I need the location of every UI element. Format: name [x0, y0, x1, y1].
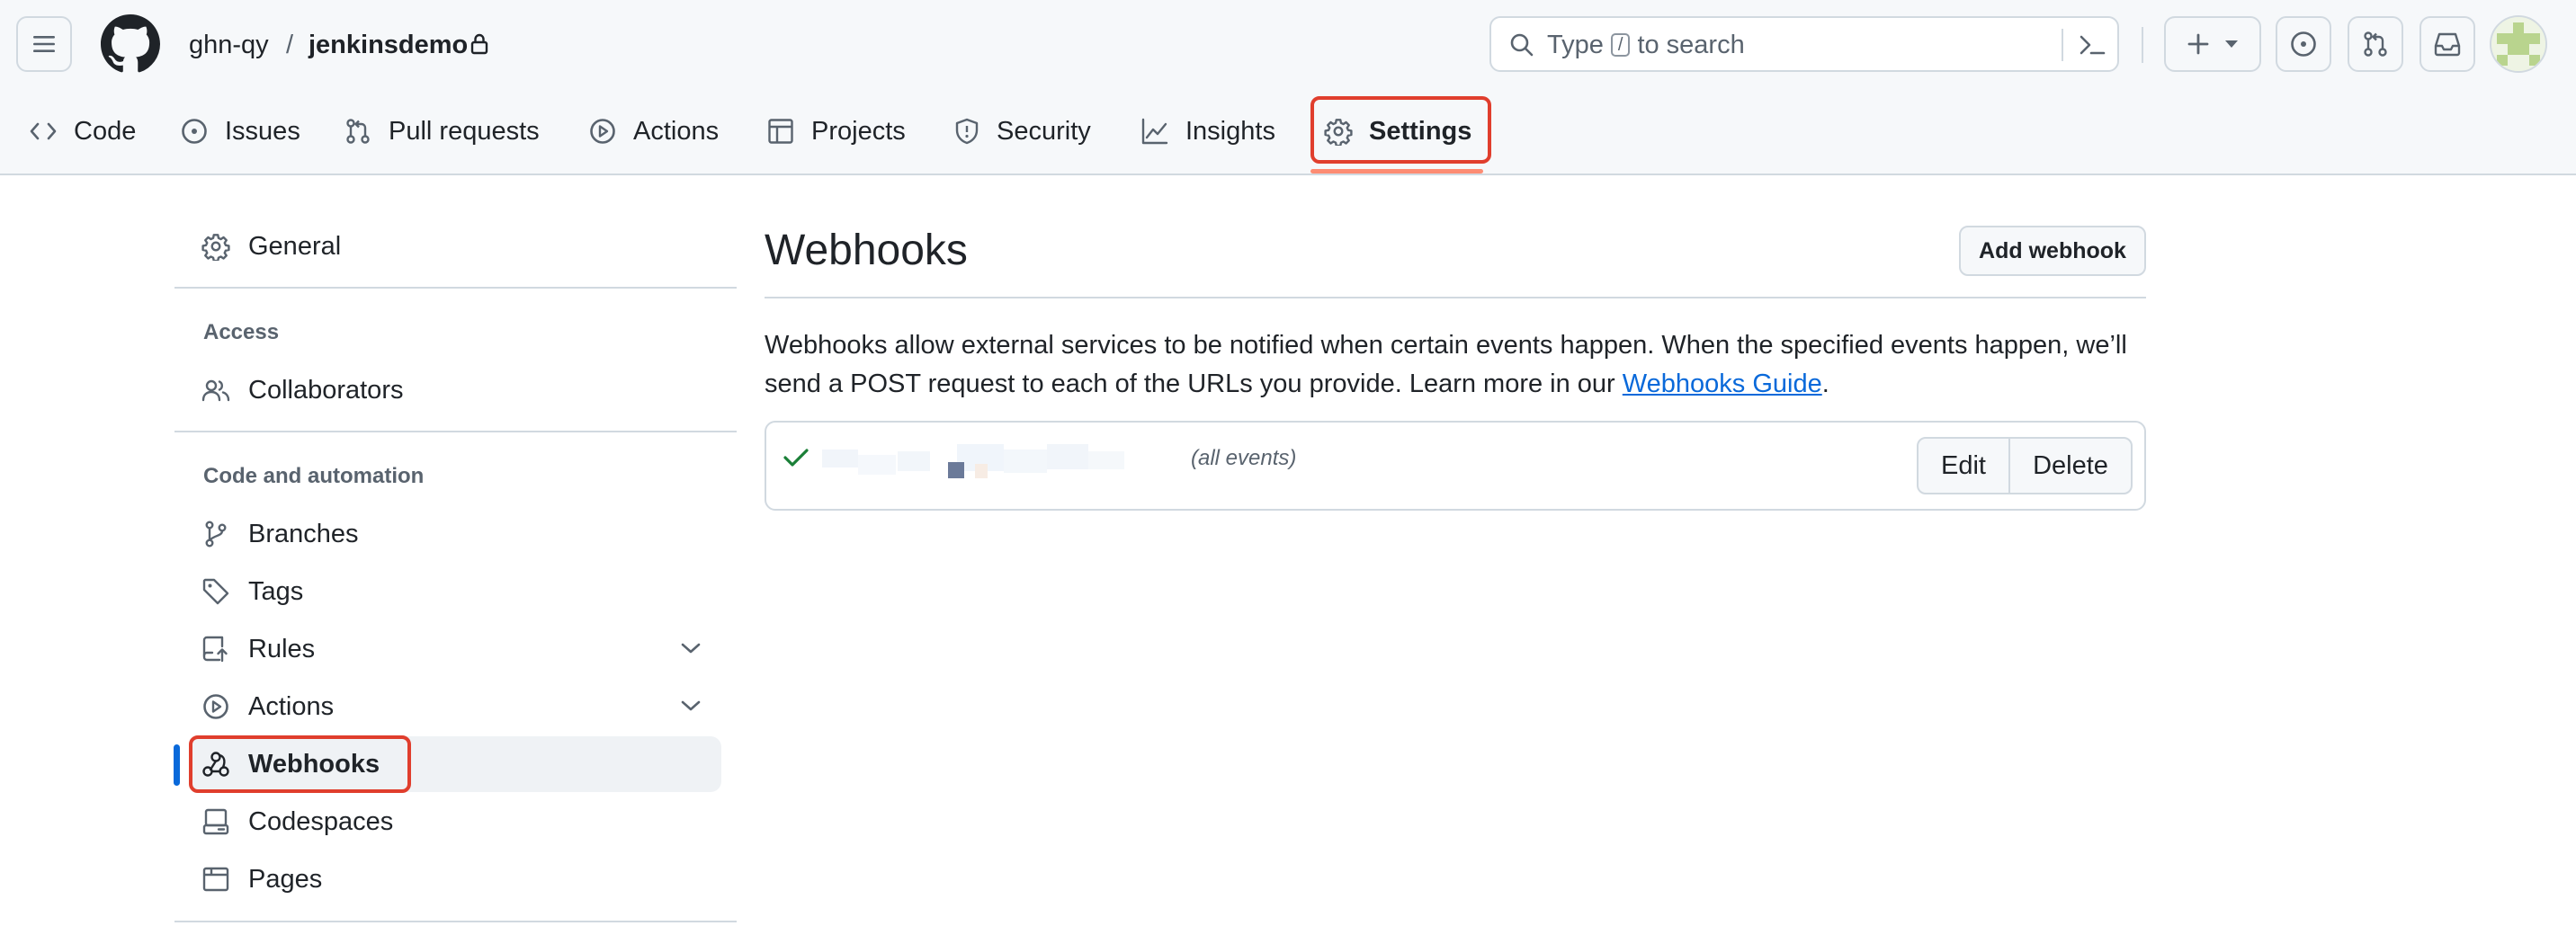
lock-icon	[470, 32, 489, 56]
webhooks-item-highlight	[189, 735, 411, 793]
browser-icon	[202, 867, 229, 892]
tab-actions-label: Actions	[633, 116, 720, 146]
check-icon	[783, 449, 809, 467]
tab-security-label: Security	[997, 116, 1091, 146]
tab-security[interactable]: Security	[953, 108, 1091, 155]
chevron-down-icon[interactable]	[680, 699, 702, 713]
menu-button[interactable]	[16, 16, 72, 72]
inbox-button[interactable]	[2419, 16, 2475, 72]
user-avatar[interactable]	[2490, 15, 2547, 73]
tab-code[interactable]: Code	[29, 108, 136, 155]
sidebar-item-codespaces-label: Codespaces	[248, 806, 394, 836]
triangle-down-icon	[2225, 40, 2238, 48]
description-text: Webhooks allow external services to be n…	[765, 331, 2127, 398]
sidebar-active-indicator	[174, 744, 180, 786]
settings-tab-highlight	[1310, 96, 1491, 164]
issue-opened-icon	[182, 119, 207, 144]
sidebar-divider	[174, 287, 737, 289]
tab-projects[interactable]: Projects	[766, 108, 906, 155]
graph-icon	[1141, 118, 1168, 145]
inbox-icon	[2434, 32, 2461, 57]
sidebar-divider	[174, 921, 737, 922]
tab-projects-label: Projects	[811, 116, 906, 146]
sidebar-item-branches[interactable]: Branches	[201, 514, 359, 554]
play-icon	[203, 694, 228, 719]
sidebar-item-rules[interactable]: Rules	[201, 629, 315, 669]
git-pull-request-icon	[2364, 31, 2387, 57]
pull-requests-button[interactable]	[2348, 16, 2403, 72]
sidebar-section-access: Access	[203, 320, 280, 344]
webhook-events: (all events)	[1191, 446, 1297, 470]
hamburger-icon	[33, 36, 55, 52]
sidebar-item-general-label: General	[248, 231, 342, 261]
shield-icon	[955, 118, 979, 145]
sidebar-item-actions[interactable]: Actions	[201, 687, 334, 726]
page-title: Webhooks	[765, 227, 968, 274]
breadcrumb-separator: /	[286, 31, 294, 59]
sidebar-item-actions-label: Actions	[248, 691, 335, 721]
tab-insights-label: Insights	[1185, 116, 1275, 146]
search-shortcut-key: /	[1610, 33, 1631, 57]
git-branch-icon	[205, 521, 227, 548]
search-suffix: to search	[1637, 31, 1745, 59]
search-prefix: Type	[1547, 31, 1604, 59]
webhooks-guide-link[interactable]: Webhooks Guide	[1623, 370, 1822, 398]
tag-icon	[202, 578, 229, 605]
webhook-url-redacted[interactable]	[822, 441, 1146, 489]
active-tab-indicator	[1310, 169, 1483, 174]
search-input[interactable]: Type / to search	[1489, 16, 2119, 72]
create-new-button[interactable]	[2164, 16, 2261, 72]
sidebar-item-collaborators-label: Collaborators	[248, 375, 404, 405]
sidebar-divider	[174, 431, 737, 432]
codespaces-icon	[202, 808, 229, 835]
sidebar-item-codespaces[interactable]: Codespaces	[201, 802, 393, 841]
sidebar-item-branches-label: Branches	[248, 519, 359, 548]
issues-button[interactable]	[2276, 16, 2331, 72]
code-icon	[30, 122, 57, 140]
gear-icon	[201, 234, 230, 261]
github-logo-icon[interactable]	[101, 14, 160, 74]
delete-button[interactable]: Delete	[2010, 439, 2131, 493]
repo-push-icon	[202, 636, 228, 663]
plus-icon	[2187, 33, 2209, 55]
chevron-down-icon[interactable]	[680, 641, 702, 655]
description-suffix: .	[1821, 370, 1829, 398]
tab-issues-label: Issues	[225, 116, 300, 146]
sidebar-item-general[interactable]: General	[201, 227, 341, 266]
webhooks-description: Webhooks allow external services to be n…	[765, 326, 2168, 404]
search-placeholder: Type / to search	[1547, 30, 1745, 60]
people-icon	[201, 379, 230, 402]
tab-pull-requests[interactable]: Pull requests	[344, 108, 540, 155]
tab-code-label: Code	[74, 116, 137, 146]
git-pull-request-icon	[346, 119, 370, 144]
sidebar-item-rules-label: Rules	[248, 634, 316, 663]
search-divider	[2062, 29, 2063, 61]
breadcrumb-repo[interactable]: jenkinsdemo	[309, 27, 468, 63]
command-palette-icon[interactable]	[2078, 32, 2106, 58]
sidebar-item-pages[interactable]: Pages	[201, 859, 322, 899]
issue-opened-icon	[2291, 31, 2316, 57]
tab-actions[interactable]: Actions	[588, 108, 719, 155]
tab-insights[interactable]: Insights	[1140, 108, 1275, 155]
play-icon	[590, 119, 615, 144]
sidebar-item-tags[interactable]: Tags	[201, 572, 303, 611]
add-webhook-button[interactable]: Add webhook	[1959, 226, 2146, 276]
sidebar-item-tags-label: Tags	[248, 576, 304, 606]
tab-issues[interactable]: Issues	[180, 108, 300, 155]
title-divider	[765, 297, 2146, 298]
breadcrumb-owner[interactable]: ghn-qy	[189, 27, 269, 63]
sidebar-item-collaborators[interactable]: Collaborators	[201, 370, 403, 410]
sidebar-item-pages-label: Pages	[248, 864, 323, 894]
tab-pull-requests-label: Pull requests	[389, 116, 540, 146]
table-icon	[768, 119, 793, 144]
webhook-actions: Edit Delete	[1917, 437, 2133, 494]
edit-button[interactable]: Edit	[1919, 439, 2010, 493]
sidebar-section-code-and-automation: Code and automation	[203, 464, 425, 488]
app-header: ghn-qy / jenkinsdemo Type / to search Co…	[0, 0, 2576, 175]
header-divider	[2142, 27, 2143, 63]
search-icon	[1509, 32, 1534, 58]
